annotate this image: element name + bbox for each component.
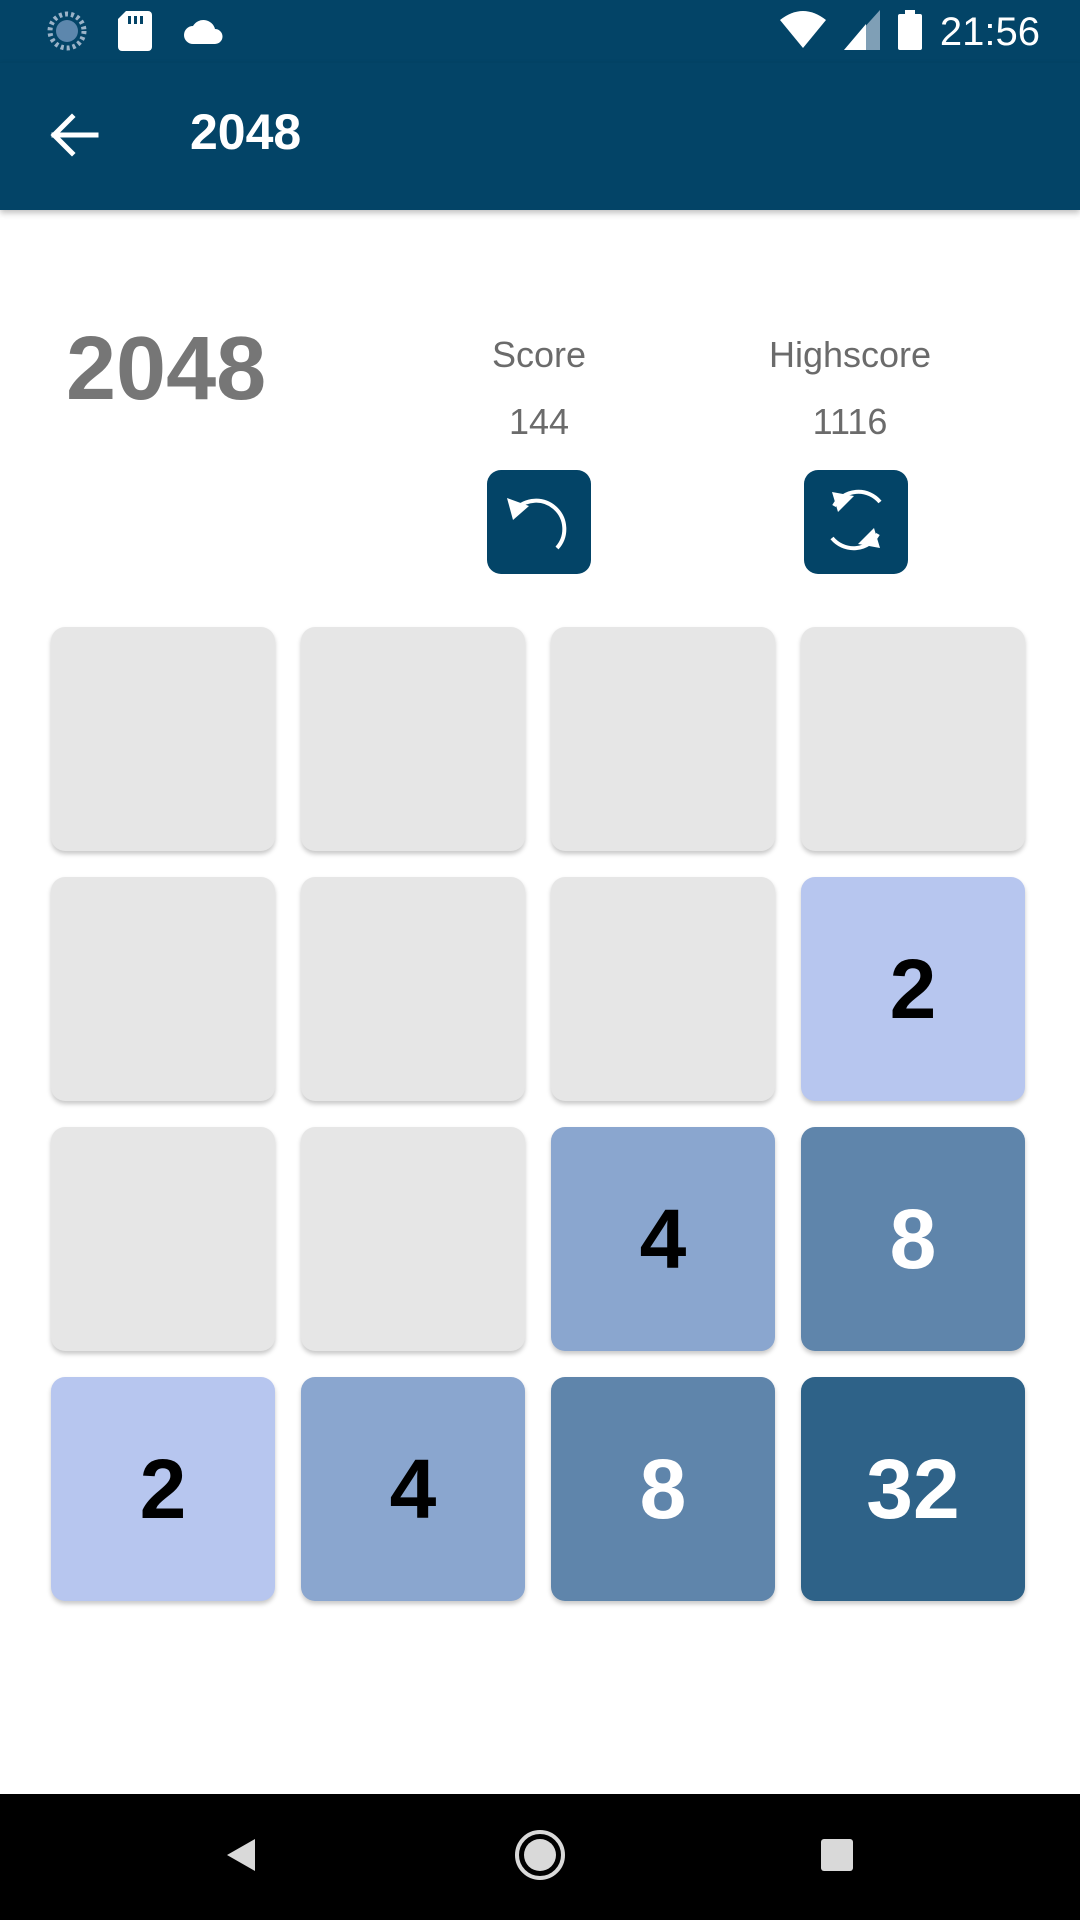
nav-recents-icon bbox=[817, 1835, 857, 1880]
cloud-icon bbox=[182, 16, 226, 51]
undo-button[interactable] bbox=[487, 470, 591, 574]
nav-home-icon bbox=[513, 1828, 567, 1887]
undo-icon bbox=[499, 480, 579, 565]
navigation-bar bbox=[0, 1794, 1080, 1920]
arrow-back-icon bbox=[44, 113, 104, 169]
game-board[interactable]: 2 4 8 2 4 8 32 bbox=[51, 627, 1027, 1603]
sd-card-icon bbox=[118, 11, 152, 56]
score-value: 144 bbox=[508, 401, 570, 442]
battery-icon bbox=[897, 10, 922, 55]
tile-8: 8 bbox=[801, 1127, 1025, 1351]
score-label: Score bbox=[491, 334, 587, 375]
empty-tile bbox=[551, 877, 775, 1101]
restart-button[interactable] bbox=[804, 470, 908, 574]
restart-icon bbox=[814, 478, 898, 567]
empty-tile bbox=[301, 877, 525, 1101]
empty-tile bbox=[301, 627, 525, 851]
highscore-value: 1116 bbox=[812, 401, 888, 442]
game-title: 2048 bbox=[66, 319, 267, 419]
status-right-icons: 21:56 bbox=[779, 10, 1040, 55]
empty-tile bbox=[551, 627, 775, 851]
wifi-icon bbox=[779, 10, 826, 55]
app-bar-title: 2048 bbox=[190, 104, 302, 160]
spinner-icon bbox=[46, 10, 88, 57]
tile-2: 2 bbox=[801, 877, 1025, 1101]
tile-32: 32 bbox=[801, 1377, 1025, 1601]
empty-tile bbox=[51, 1127, 275, 1351]
back-button[interactable] bbox=[44, 105, 104, 165]
status-bar: 21:56 bbox=[0, 0, 1080, 63]
empty-tile bbox=[51, 877, 275, 1101]
nav-back-button[interactable] bbox=[206, 1822, 276, 1892]
app-bar: 2048 bbox=[0, 63, 1080, 210]
tile-4: 4 bbox=[551, 1127, 775, 1351]
nav-back-icon bbox=[221, 1835, 261, 1880]
empty-tile bbox=[51, 627, 275, 851]
tile-4: 4 bbox=[301, 1377, 525, 1601]
status-left-icons bbox=[46, 10, 226, 57]
tile-8: 8 bbox=[551, 1377, 775, 1601]
highscore-label: Highscore bbox=[768, 334, 932, 375]
tile-2: 2 bbox=[51, 1377, 275, 1601]
nav-recents-button[interactable] bbox=[802, 1822, 872, 1892]
empty-tile bbox=[301, 1127, 525, 1351]
nav-home-button[interactable] bbox=[505, 1822, 575, 1892]
status-time: 21:56 bbox=[939, 10, 1040, 54]
signal-icon bbox=[843, 10, 880, 55]
empty-tile bbox=[801, 627, 1025, 851]
